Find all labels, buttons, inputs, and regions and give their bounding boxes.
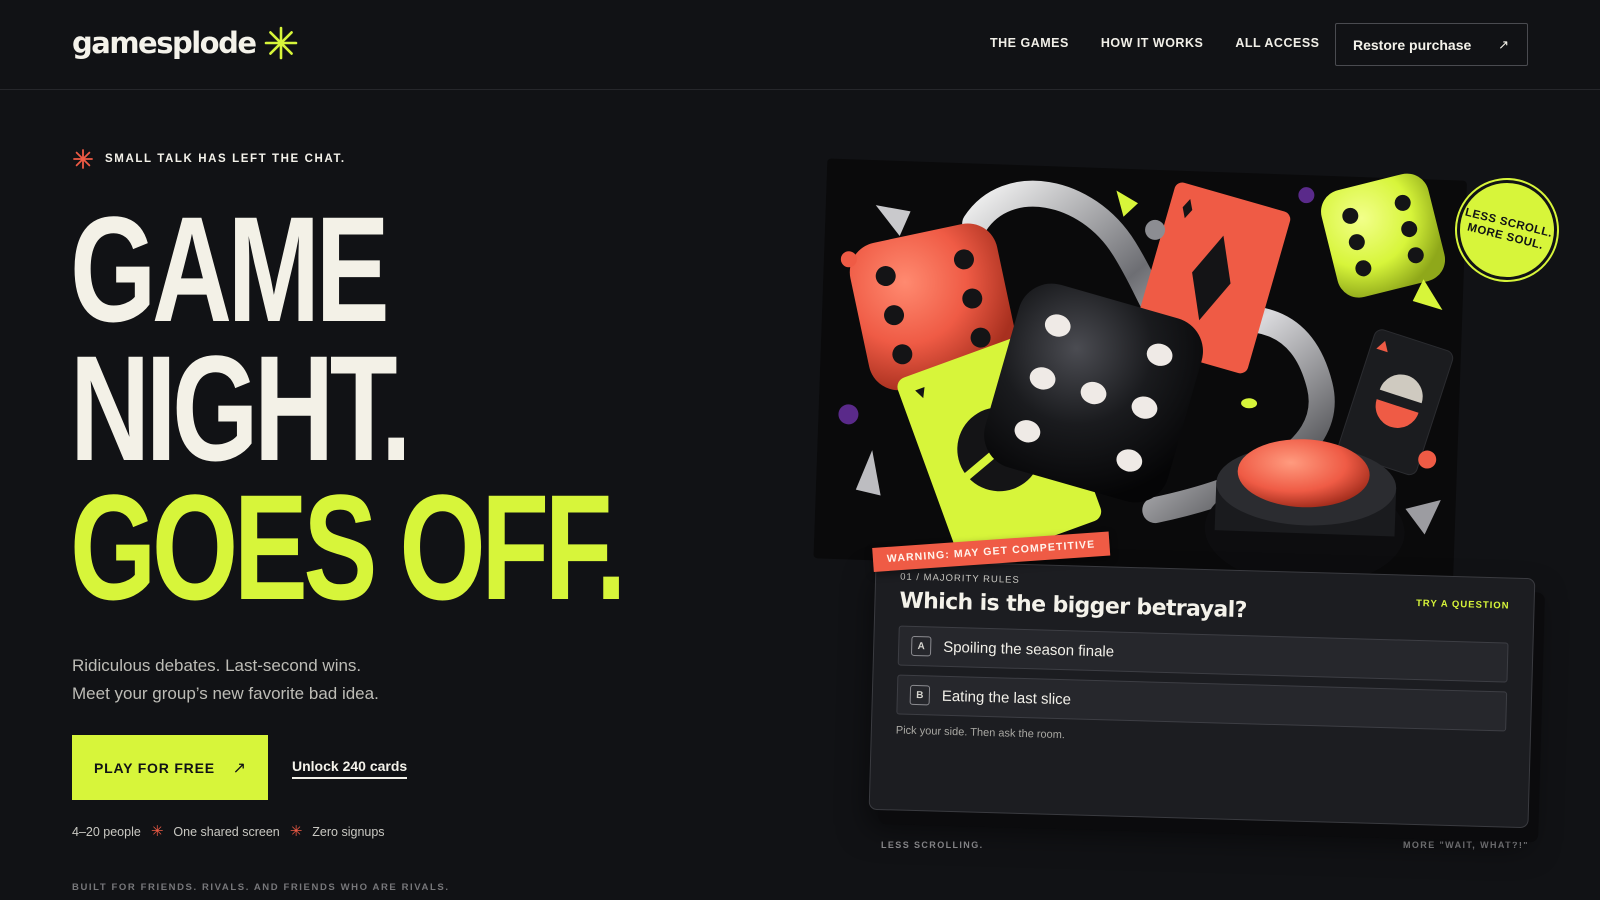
- option-text-b: Eating the last slice: [941, 687, 1072, 708]
- question-card: 01 / MAJORITY RULES TRY A QUESTION Which…: [868, 559, 1536, 829]
- hero-footnote: BUILT FOR FRIENDS. RIVALS. AND FRIENDS W…: [72, 882, 450, 893]
- main-nav: THE GAMES HOW IT WORKS ALL ACCESS: [990, 36, 1320, 50]
- subcopy-line-2: Meet your group’s new favorite bad idea.: [72, 684, 379, 703]
- arrow-up-right-icon: ↗: [232, 759, 246, 777]
- logo-wordmark: gamesplode: [72, 26, 257, 60]
- headline-line-2: NIGHT.: [70, 333, 622, 483]
- question-category: 01 / MAJORITY RULES: [899, 571, 1020, 586]
- sticker-text: LESS SCROLL. MORE SOUL.: [1463, 206, 1554, 253]
- hero-subcopy: Ridiculous debates. Last-second wins. Me…: [72, 652, 379, 708]
- headline-line-3: GOES OFF.: [70, 472, 627, 622]
- asterisk-icon: [73, 149, 93, 169]
- asterisk-icon: ✳: [150, 823, 164, 840]
- caption-less-scrolling: LESS SCROLLING.: [881, 840, 984, 850]
- answer-option-a[interactable]: A Spoiling the season finale: [897, 625, 1509, 683]
- top-navigation-bar: gamesplode THE GAMES HOW IT WORKS ALL AC…: [0, 0, 1600, 90]
- option-key-a: A: [910, 635, 932, 657]
- fact-people: 4–20 people: [72, 825, 141, 839]
- nav-link-the-games[interactable]: THE GAMES: [990, 36, 1069, 50]
- eyebrow-text: SMALL TALK HAS LEFT THE CHAT.: [105, 153, 346, 165]
- hero-illustration: [813, 148, 1498, 601]
- hero-headline: GAME NIGHT. GOES OFF.: [70, 185, 627, 622]
- subcopy-line-1: Ridiculous debates. Last-second wins.: [72, 656, 362, 675]
- arrow-up-right-icon: ↗: [1498, 36, 1509, 52]
- restore-purchase-button[interactable]: Restore purchase ↗: [1335, 23, 1528, 66]
- restore-purchase-label: Restore purchase: [1353, 36, 1472, 53]
- play-for-free-button[interactable]: PLAY FOR FREE ↗: [72, 735, 268, 800]
- nav-link-how-it-works[interactable]: HOW IT WORKS: [1101, 36, 1204, 50]
- hero-eyebrow: SMALL TALK HAS LEFT THE CHAT.: [73, 149, 346, 169]
- fact-screen: One shared screen: [173, 825, 280, 839]
- fact-signups: Zero signups: [312, 825, 385, 839]
- headline-line-3-text: GOES OFF: [70, 463, 600, 631]
- headline-line-3-dot: .: [595, 463, 627, 631]
- answer-option-b[interactable]: B Eating the last slice: [896, 674, 1508, 732]
- sparkle-icon: [264, 26, 297, 60]
- asterisk-icon: ✳: [289, 823, 303, 840]
- unlock-cards-link[interactable]: Unlock 240 cards: [292, 758, 408, 779]
- game-pieces-illustration: [813, 158, 1467, 586]
- hero-facts: 4–20 people ✳ One shared screen ✳ Zero s…: [72, 823, 385, 840]
- option-text-a: Spoiling the season finale: [942, 638, 1115, 661]
- headline-line-1: GAME: [70, 185, 390, 353]
- nav-link-all-access[interactable]: ALL ACCESS: [1235, 36, 1319, 50]
- play-for-free-label: PLAY FOR FREE: [94, 759, 215, 776]
- gamesplode-logo[interactable]: gamesplode: [72, 26, 298, 60]
- option-key-b: B: [909, 684, 931, 706]
- caption-more-wait-what: MORE "WAIT, WHAT?!": [1403, 840, 1529, 850]
